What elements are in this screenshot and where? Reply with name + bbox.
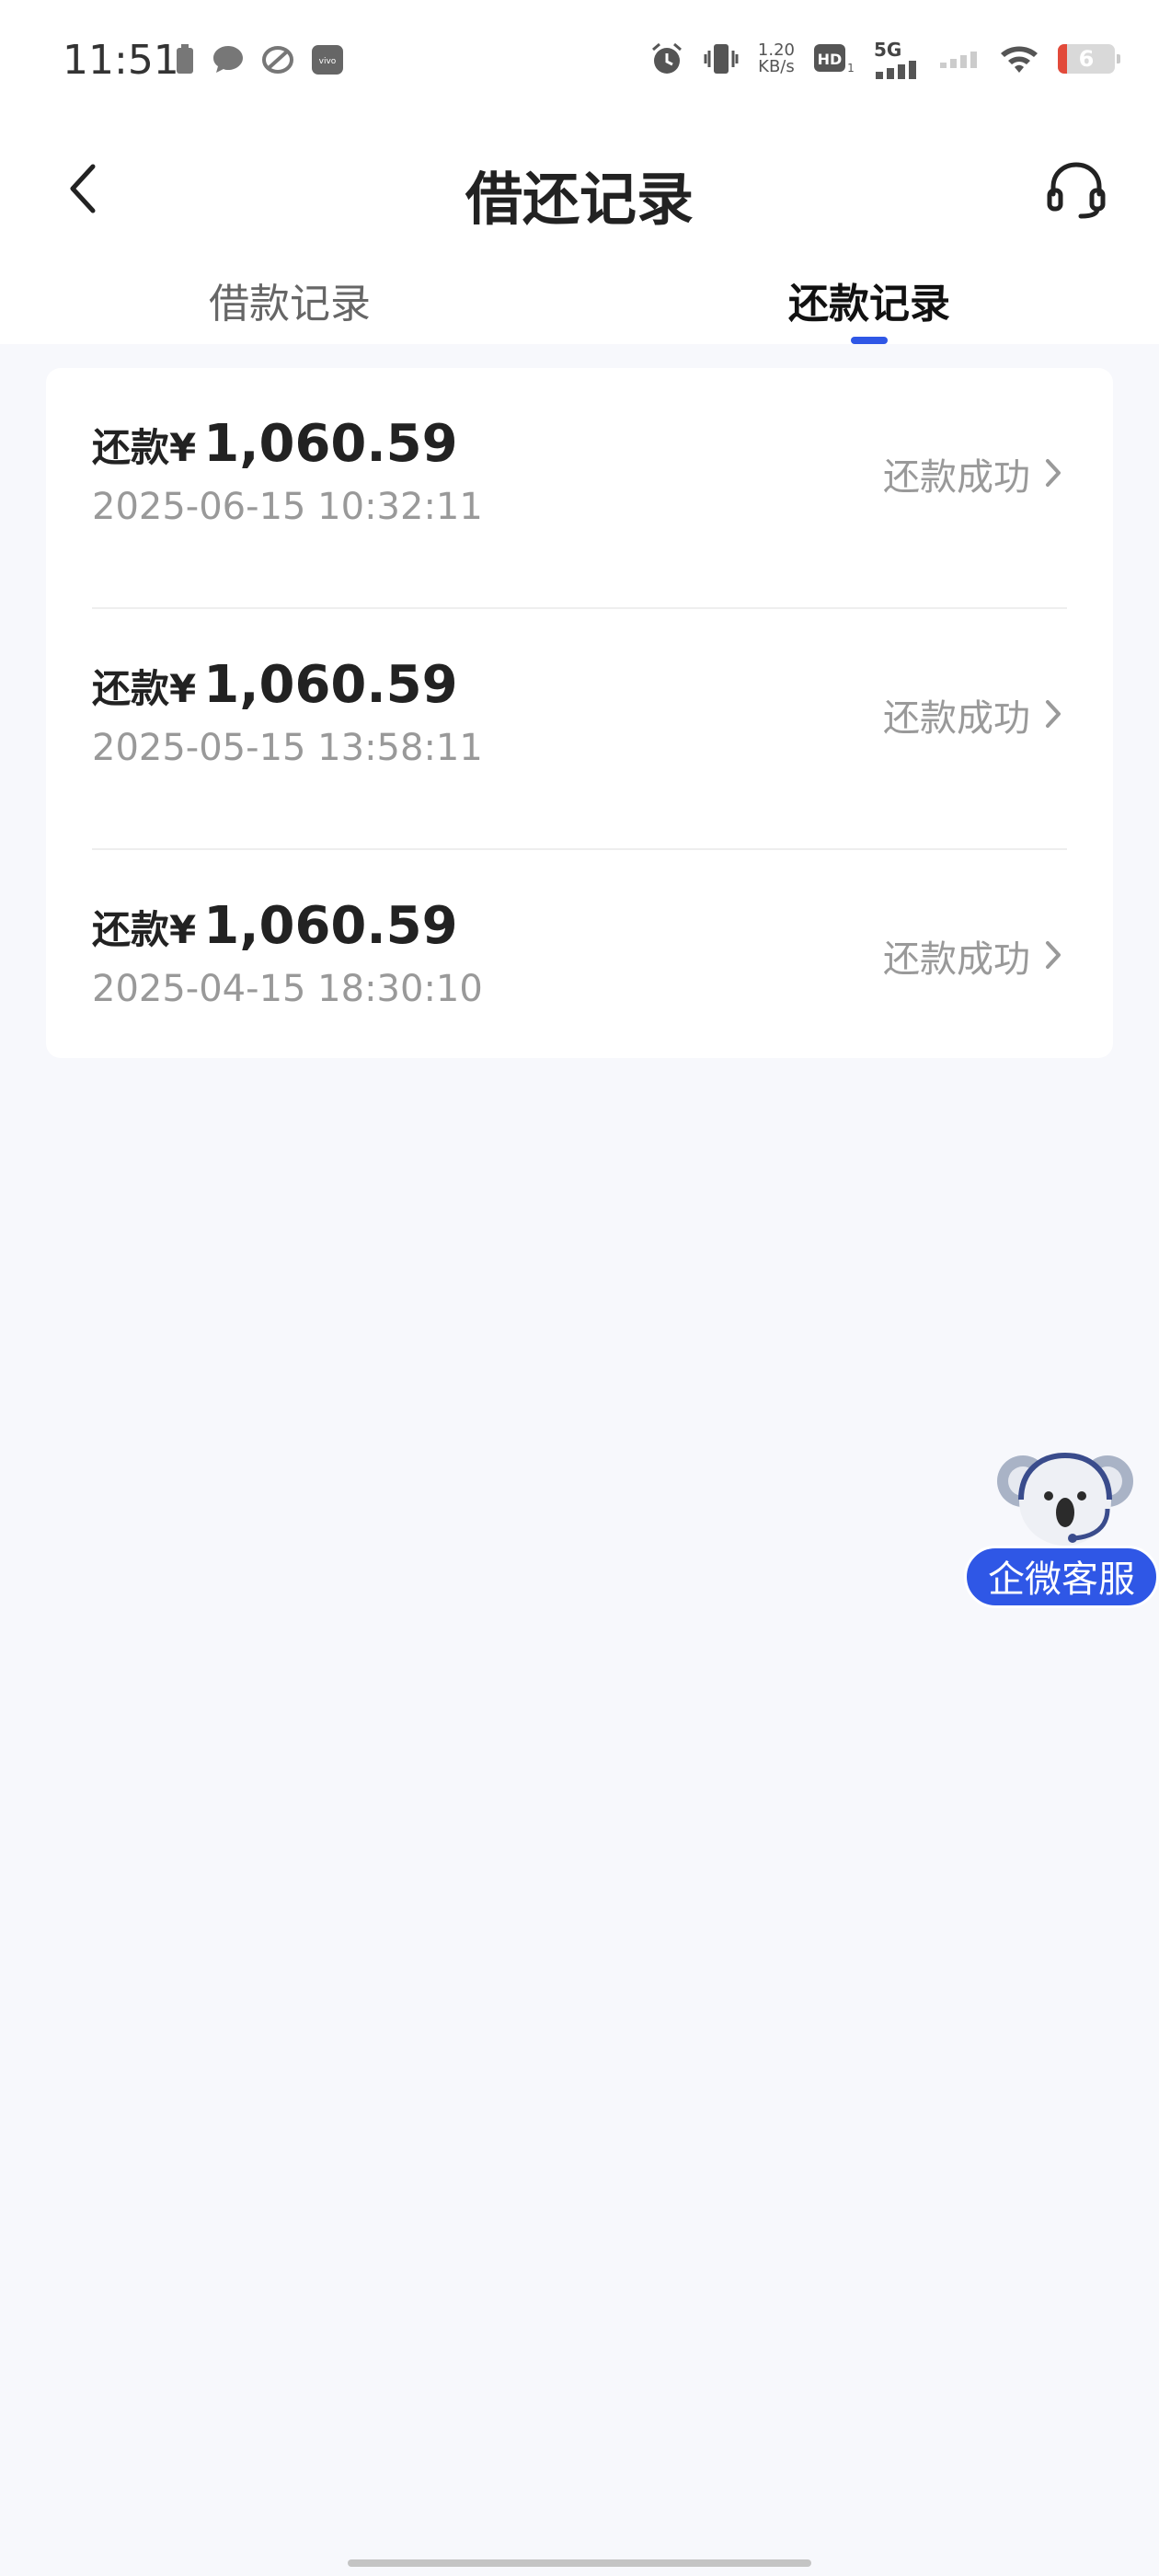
svg-text:vivo: vivo xyxy=(319,57,337,66)
app-header: 借还记录 xyxy=(0,120,1159,258)
system-status-icons: 1.20 KB/s HD 1 5G 6 xyxy=(649,39,1120,79)
status-bar: 11:51 vivo 1.20 KB/s HD 1 5G 6 xyxy=(0,0,1159,120)
battery-level: 6 xyxy=(1078,46,1095,72)
signal-icon xyxy=(876,61,916,79)
amount-value: 1,060.59 xyxy=(203,655,458,715)
signal-secondary-icon xyxy=(940,52,977,68)
repayment-time: 2025-04-15 18:30:10 xyxy=(92,968,483,1010)
status-label: 还款成功 xyxy=(883,456,1030,499)
repayment-time: 2025-06-15 10:32:11 xyxy=(92,486,483,528)
repayment-amount: 还款¥ 1,060.59 xyxy=(92,896,458,956)
alarm-icon xyxy=(651,42,682,74)
svg-text:1: 1 xyxy=(847,62,855,75)
list-item[interactable]: 还款¥ 1,060.59 2025-04-15 18:30:10 还款成功 xyxy=(92,850,1067,1091)
active-tab-indicator xyxy=(851,337,888,344)
status-label: 还款成功 xyxy=(883,938,1030,981)
repayment-amount: 还款¥ 1,060.59 xyxy=(92,655,458,715)
signal-5g: 5G xyxy=(874,39,922,79)
repayment-records-screen: 11:51 vivo 1.20 KB/s HD 1 5G 6 借还记录 借款记录… xyxy=(0,0,1159,2576)
hd-icon: HD 1 xyxy=(814,44,855,75)
amount-value: 1,060.59 xyxy=(203,896,458,956)
battery-saver-icon xyxy=(177,44,193,74)
repayment-list: 还款¥ 1,060.59 2025-06-15 10:32:11 还款成功 还款… xyxy=(46,368,1113,1058)
svg-text:HD: HD xyxy=(818,51,843,68)
app-icon xyxy=(262,46,293,74)
headset-icon xyxy=(1047,162,1106,219)
customer-service-button[interactable] xyxy=(1039,153,1113,226)
amount-value: 1,060.59 xyxy=(203,414,458,474)
wifi-icon xyxy=(1001,46,1038,73)
network-speed: 1.20 KB/s xyxy=(758,42,795,75)
tab-repayment-records[interactable]: 还款记录 xyxy=(731,270,1007,329)
amount-prefix: 还款¥ xyxy=(92,425,197,470)
wecom-service-float-button[interactable]: 企微客服 xyxy=(964,1444,1159,1610)
vivo-icon: vivo xyxy=(312,45,343,75)
repayment-time: 2025-05-15 13:58:11 xyxy=(92,727,483,769)
battery-icon: 6 xyxy=(1058,44,1120,74)
wecom-service-label: 企微客服 xyxy=(964,1546,1159,1608)
amount-prefix: 还款¥ xyxy=(92,666,197,711)
record-tabs: 借款记录 还款记录 xyxy=(0,258,1159,344)
vibrate-icon xyxy=(704,44,739,74)
network-speed-unit: KB/s xyxy=(758,57,795,76)
chevron-right-icon xyxy=(1039,694,1067,734)
chevron-right-icon xyxy=(1039,453,1067,493)
tab-borrow-records[interactable]: 借款记录 xyxy=(152,270,428,329)
list-item[interactable]: 还款¥ 1,060.59 2025-06-15 10:32:11 还款成功 xyxy=(92,368,1067,609)
amount-prefix: 还款¥ xyxy=(92,907,197,952)
message-icon xyxy=(213,46,243,73)
list-item[interactable]: 还款¥ 1,060.59 2025-05-15 13:58:11 还款成功 xyxy=(92,609,1067,850)
status-label: 还款成功 xyxy=(883,697,1030,740)
network-type: 5G xyxy=(874,39,902,61)
status-time: 11:51 xyxy=(63,37,179,84)
koala-icon xyxy=(997,1452,1133,1546)
chevron-right-icon xyxy=(1039,935,1067,975)
repayment-amount: 还款¥ 1,060.59 xyxy=(92,414,458,474)
notification-icons: vivo xyxy=(175,44,344,75)
home-indicator[interactable] xyxy=(348,2559,811,2567)
page-title: 借还记录 xyxy=(465,166,694,233)
